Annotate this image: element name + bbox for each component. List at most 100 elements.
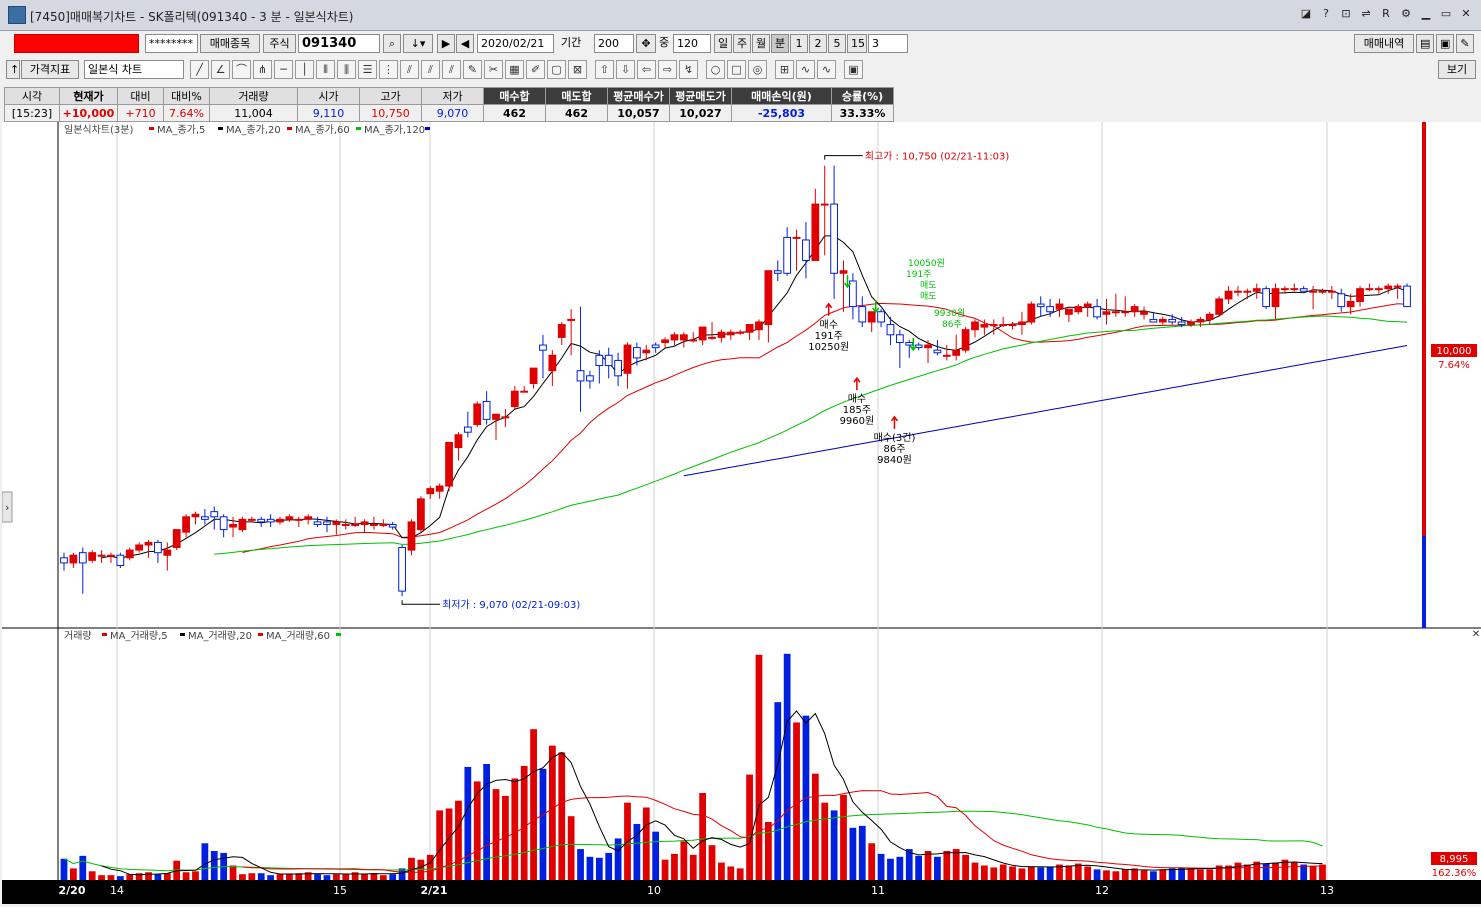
candle-body: [623, 344, 632, 374]
square-icon[interactable]: □: [727, 60, 746, 79]
text-icon[interactable]: ✐: [526, 60, 545, 79]
candle-body: [1327, 290, 1336, 293]
period-month[interactable]: 월: [752, 34, 770, 53]
period-5[interactable]: 5: [828, 34, 846, 53]
left-arrow-icon[interactable]: ⇦: [637, 60, 656, 79]
wrench-icon[interactable]: ✎: [1456, 34, 1474, 53]
eraser-icon[interactable]: ✂: [484, 60, 503, 79]
sort-icon[interactable]: ↓▾: [403, 34, 433, 53]
stock-code-input[interactable]: 091340: [298, 34, 380, 53]
candle-body: [172, 529, 181, 549]
wave-icon[interactable]: ∿: [796, 60, 815, 79]
arrow-up-icon[interactable]: ↑: [6, 60, 20, 79]
period-2[interactable]: 2: [809, 34, 827, 53]
delete-icon[interactable]: ⊠: [568, 60, 587, 79]
vline-icon[interactable]: │: [295, 60, 314, 79]
candle-body: [802, 239, 810, 261]
volume-bar: [1018, 868, 1026, 880]
candle-body: [501, 416, 510, 419]
channel-icon[interactable]: ⫽: [400, 60, 419, 79]
fib-grid-icon[interactable]: ⫼: [337, 60, 356, 79]
indicator-button[interactable]: 가격지표: [21, 60, 79, 79]
parallel-icon[interactable]: ⫽: [421, 60, 440, 79]
volume-bar: [145, 872, 152, 880]
account-field[interactable]: [14, 34, 139, 53]
hline-icon[interactable]: ─: [274, 60, 293, 79]
signal-icon[interactable]: ↯: [679, 60, 698, 79]
rect-icon[interactable]: ▢: [547, 60, 566, 79]
view-button[interactable]: 보기: [1438, 60, 1476, 79]
trade-stock-button[interactable]: 매매종목: [200, 34, 260, 53]
angle-icon[interactable]: ∠: [211, 60, 230, 79]
minute-select[interactable]: 3: [868, 34, 908, 53]
period-15[interactable]: 15: [847, 34, 867, 53]
candle-body: [445, 441, 453, 487]
period-minute[interactable]: 분: [771, 34, 789, 53]
down-arrow-icon[interactable]: ⇩: [616, 60, 635, 79]
restore-icon[interactable]: ▭: [1437, 5, 1455, 23]
candle-body: [877, 311, 885, 323]
fib-ext-icon[interactable]: ⋮: [379, 60, 398, 79]
wave2-icon[interactable]: ∿: [817, 60, 836, 79]
stock-type-button[interactable]: 주식: [263, 34, 296, 53]
next-icon[interactable]: ▶: [437, 34, 455, 53]
candle-body: [1027, 303, 1036, 323]
candle-body: [1093, 306, 1101, 318]
save-icon[interactable]: ▣: [1436, 34, 1454, 53]
r-icon[interactable]: R: [1377, 5, 1395, 23]
ma5-line: [101, 235, 1408, 559]
volume-bar: [642, 807, 650, 880]
volume-bar: [943, 851, 951, 880]
chart-svg[interactable]: › 일본식차트(3분) MA_종가,5 MA_종가,20 MA_종가,60 MA_종가,1…: [1, 122, 1481, 904]
middle-input[interactable]: 120: [673, 34, 711, 53]
grid-icon[interactable]: ⊞: [775, 60, 794, 79]
volume-bar: [1140, 870, 1148, 880]
right-scale-up-bar: [1422, 122, 1426, 536]
volume-bar: [999, 864, 1007, 880]
chart-type-select[interactable]: 일본식 차트: [84, 60, 184, 79]
password-field[interactable]: ********: [145, 34, 198, 53]
volume-bar: [1262, 863, 1270, 880]
close-icon[interactable]: ✕: [1457, 5, 1475, 23]
sync-icon[interactable]: ⇌: [1357, 5, 1375, 23]
volume-bar: [1150, 871, 1157, 880]
date-input[interactable]: 2020/02/21: [477, 34, 554, 53]
candle-body: [1243, 290, 1252, 293]
color-icon[interactable]: ▦: [505, 60, 524, 79]
candle-body: [745, 324, 754, 333]
up-arrow-icon[interactable]: ⇧: [595, 60, 614, 79]
prev-icon[interactable]: ◀: [456, 34, 474, 53]
fib-retr-icon[interactable]: ☰: [358, 60, 377, 79]
image-icon[interactable]: ▣: [844, 60, 863, 79]
pen-icon[interactable]: ✎: [463, 60, 482, 79]
candle-body: [849, 280, 857, 308]
candle-body: [1121, 311, 1130, 314]
circle-icon[interactable]: ○: [706, 60, 725, 79]
minimize-icon[interactable]: ▁: [1417, 5, 1435, 23]
zoom-icon[interactable]: ◎: [748, 60, 767, 79]
volume-bar: [1093, 869, 1101, 880]
arc-icon[interactable]: ⌒: [232, 60, 251, 79]
help-icon[interactable]: ◪: [1297, 5, 1315, 23]
fan-icon[interactable]: ⋔: [253, 60, 272, 79]
trade-history-button[interactable]: 매매내역: [1354, 34, 1414, 53]
period-1[interactable]: 1: [790, 34, 808, 53]
candle-body: [276, 518, 284, 523]
sync-toggle-icon[interactable]: ✥: [636, 34, 656, 53]
settings-icon[interactable]: ⚙: [1397, 5, 1415, 23]
open-icon[interactable]: ▤: [1416, 34, 1434, 53]
period-input[interactable]: 200: [594, 34, 634, 53]
volume-bar: [229, 865, 237, 880]
quote-header-1: 현재가: [59, 87, 118, 105]
question-icon[interactable]: ?: [1317, 5, 1335, 23]
candle-body: [60, 557, 68, 564]
period-week[interactable]: 주: [733, 34, 751, 53]
fib-time-icon[interactable]: ⫴: [316, 60, 335, 79]
layout-icon[interactable]: ⊡: [1337, 5, 1355, 23]
right-arrow-icon[interactable]: ⇨: [658, 60, 677, 79]
period-day[interactable]: 일: [714, 34, 732, 53]
candle-body: [1036, 303, 1045, 308]
search-icon[interactable]: ⌕: [383, 34, 401, 53]
gann-icon[interactable]: ⫽: [442, 60, 461, 79]
line-icon[interactable]: ╱: [190, 60, 209, 79]
